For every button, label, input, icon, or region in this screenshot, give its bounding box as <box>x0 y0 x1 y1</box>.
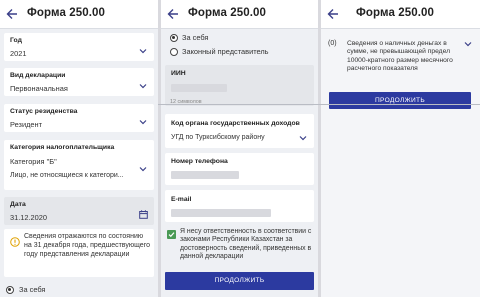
chevron-down-icon <box>464 42 472 47</box>
phone-field[interactable]: Номер телефона <box>165 153 314 185</box>
year-label: Год <box>10 37 22 44</box>
chevron-down-icon <box>139 49 147 54</box>
page-title: Форма 250.00 <box>356 7 435 19</box>
radio-self-label: За себя <box>182 33 209 42</box>
email-value-redacted <box>171 209 271 217</box>
radio-self[interactable] <box>170 34 178 42</box>
phone-label: Номер телефона <box>171 158 228 165</box>
back-arrow-icon[interactable] <box>6 7 18 21</box>
radio-self-label: За себя <box>19 285 46 294</box>
taxpayer-category-select[interactable]: Категория налогоплательщика Категория "Б… <box>4 140 154 190</box>
year-select[interactable]: Год 2021 <box>4 33 154 61</box>
declaration-type-label: Вид декларации <box>10 72 66 79</box>
divider <box>158 104 480 105</box>
calendar-icon[interactable] <box>139 210 148 219</box>
chevron-down-icon <box>139 167 147 172</box>
year-value: 2021 <box>10 49 27 58</box>
back-arrow-icon[interactable] <box>167 7 179 21</box>
residency-label: Статус резиденства <box>10 108 78 115</box>
screen-form-main: Форма 250.00 Год 2021 Вид декларации Пер… <box>0 0 158 297</box>
continue-button[interactable]: ПРОДОЛЖИТЬ <box>165 272 314 290</box>
consent-checkbox[interactable] <box>167 230 176 239</box>
taxpayer-category-label: Категория налогоплательщика <box>10 144 115 151</box>
date-field[interactable]: Дата 31.12.2020 <box>4 197 154 225</box>
taxpayer-category-value: Категория "Б" <box>10 157 57 166</box>
iin-label: ИИН <box>171 70 186 77</box>
tax-authority-label: Код органа государственных доходов <box>171 120 300 127</box>
radio-representative[interactable] <box>170 48 178 56</box>
warning-icon <box>10 237 20 247</box>
section-item[interactable]: (0) Сведения о наличных деньгах в сумме,… <box>321 34 480 86</box>
screen-form-payer: Форма 250.00 За себя Законный представит… <box>161 0 318 297</box>
chevron-down-icon <box>139 84 147 89</box>
date-value: 31.12.2020 <box>10 213 47 222</box>
app-header: Форма 250.00 <box>0 0 158 29</box>
info-note-text: Сведения отражаются по состоянию на 31 д… <box>24 233 150 259</box>
declaration-type-value: Первоначальная <box>10 84 68 93</box>
tax-authority-value: УГД по Турксибскому району <box>171 134 265 141</box>
phone-value-redacted <box>171 171 239 179</box>
checkmark-icon <box>168 232 175 238</box>
date-label: Дата <box>10 201 26 208</box>
section-text: Сведения о наличных деньгах в сумме, не … <box>347 40 453 73</box>
declaration-type-select[interactable]: Вид декларации Первоначальная <box>4 68 154 96</box>
residency-value: Резидент <box>10 120 42 129</box>
taxpayer-category-subvalue: Лицо, не относящиеся к категори... <box>10 172 124 179</box>
chevron-down-icon <box>299 136 307 141</box>
email-label: E-mail <box>171 196 192 203</box>
residency-select[interactable]: Статус резиденства Резидент <box>4 104 154 132</box>
tax-authority-select[interactable]: Код органа государственных доходов УГД п… <box>165 114 314 148</box>
consent-text: Я несу ответственность в соответствии с … <box>180 228 312 260</box>
section-code: (0) <box>328 40 337 47</box>
iin-value-redacted <box>171 84 227 92</box>
info-note: Сведения отражаются по состоянию на 31 д… <box>4 229 154 277</box>
screen-form-sections: Форма 250.00 (0) Сведения о наличных ден… <box>321 0 480 297</box>
continue-button[interactable]: ПРОДОЛЖИТЬ <box>329 92 471 109</box>
email-field[interactable]: E-mail <box>165 190 314 222</box>
radio-representative-label: Законный представитель <box>182 47 269 56</box>
chevron-down-icon <box>139 120 147 125</box>
radio-self[interactable] <box>6 286 14 294</box>
app-header: Форма 250.00 <box>161 0 318 29</box>
page-title: Форма 250.00 <box>27 7 106 19</box>
back-arrow-icon[interactable] <box>327 7 339 21</box>
app-header: Форма 250.00 <box>321 0 480 29</box>
page-title: Форма 250.00 <box>188 7 267 19</box>
